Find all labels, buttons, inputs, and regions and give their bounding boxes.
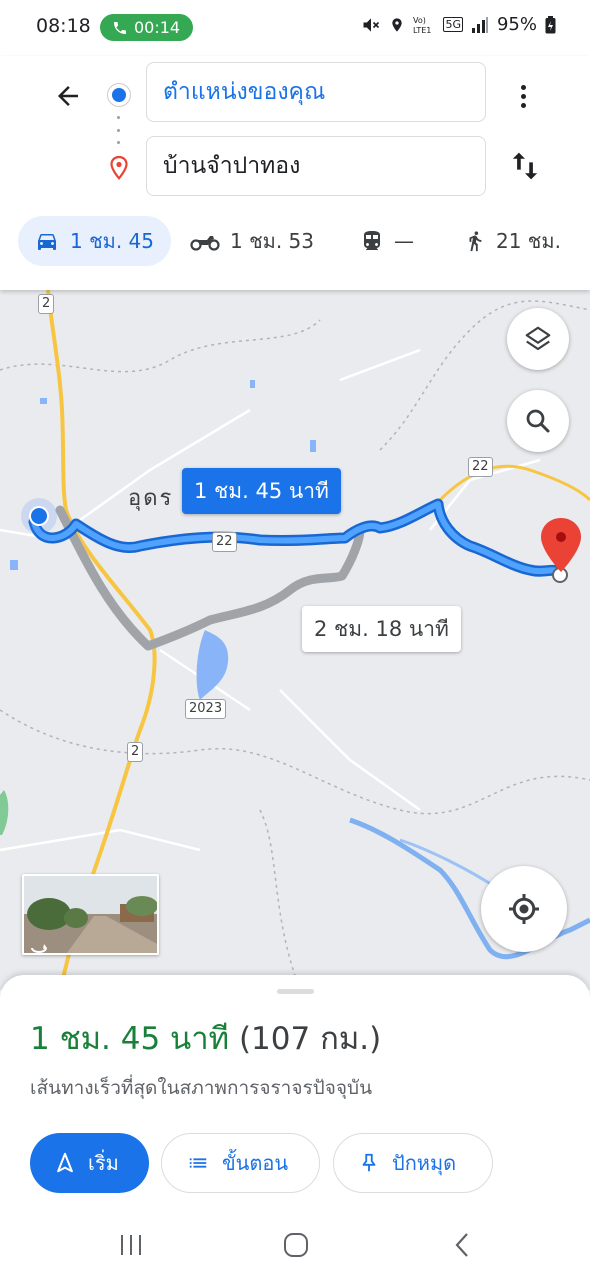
street-view-image (24, 876, 157, 953)
pin-label: ปักหมุด (392, 1151, 457, 1175)
status-icons: Vo) LTE1 5G 95% (361, 14, 556, 35)
street-view-thumbnail[interactable] (22, 874, 159, 955)
destination-field[interactable]: บ้านจำปาทอง (146, 136, 486, 196)
tab-motorcycle[interactable]: 1 ชม. 53 (190, 216, 314, 266)
transit-time: — (394, 229, 414, 253)
primary-route-time-label[interactable]: 1 ชม. 45 นาที (182, 468, 341, 514)
origin-dot-icon (108, 84, 130, 106)
ongoing-call-pill[interactable]: 00:14 (100, 14, 193, 41)
signal-icon (471, 16, 488, 33)
network-type: 5G (443, 17, 463, 32)
search-icon (526, 409, 550, 433)
directions-header: ตำแหน่งของคุณ บ้านจำปาทอง 1 ชม. 45 1 ชม.… (0, 56, 590, 290)
destination-pin-icon (107, 155, 131, 185)
steps-label: ขั้นตอน (222, 1151, 289, 1175)
road-shield: 2 (127, 742, 144, 762)
volte-icon: Vo)LTE1 (413, 16, 431, 35)
system-back-button[interactable] (442, 1230, 482, 1260)
call-duration: 00:14 (134, 18, 181, 37)
home-button[interactable] (276, 1230, 316, 1260)
motorcycle-icon (190, 236, 220, 251)
back-button[interactable] (48, 76, 88, 116)
car-icon (38, 234, 56, 250)
layers-icon (525, 326, 551, 351)
status-bar: 08:18 00:14 Vo) LTE1 5G 95% (0, 0, 590, 56)
list-icon (189, 1158, 207, 1168)
sheet-drag-handle[interactable] (277, 989, 314, 994)
svg-text:LTE1: LTE1 (413, 26, 431, 35)
map-search-button[interactable] (507, 390, 569, 452)
chevron-left-icon (455, 1233, 468, 1257)
pin-icon (362, 1153, 376, 1172)
driving-time: 1 ชม. 45 (70, 229, 155, 253)
road-shield: 2 (38, 294, 55, 314)
route-summary: 1 ชม. 45 นาที (107 กม.) (30, 1013, 381, 1063)
location-icon (392, 17, 403, 32)
route-distance: (107 กม.) (238, 1021, 382, 1057)
route-description: เส้นทางเร็วที่สุดในสภาพการจราจรปัจจุบัน (30, 1077, 373, 1099)
walk-icon (469, 231, 482, 252)
road-shield: 22 (468, 457, 493, 477)
arrow-back-icon (58, 86, 78, 106)
route-duration: 1 ชม. 45 นาที (30, 1021, 230, 1057)
battery-icon (545, 15, 556, 33)
my-location-button[interactable] (481, 866, 567, 952)
navigation-arrow-icon (57, 1152, 73, 1173)
system-nav-bar (0, 1210, 590, 1280)
home-icon (284, 1233, 308, 1257)
tab-transit[interactable]: — (360, 216, 414, 266)
layers-button[interactable] (507, 308, 569, 370)
recent-apps-icon (121, 1235, 141, 1255)
travel-mode-tabs: 1 ชม. 45 1 ชม. 53 — 21 ชม. (0, 214, 590, 270)
status-time: 08:18 (36, 15, 91, 37)
town-label: อุดร (128, 486, 174, 511)
phone-icon (114, 21, 126, 34)
svg-text:Vo): Vo) (413, 16, 426, 25)
my-location-icon (509, 894, 539, 924)
start-navigation-button[interactable]: เริ่ม (30, 1133, 149, 1193)
road-shield: 22 (212, 532, 237, 552)
pin-button[interactable]: ปักหมุด (333, 1133, 493, 1193)
train-icon (364, 231, 380, 250)
route-connector (117, 116, 121, 144)
battery-percentage: 95% (496, 14, 537, 35)
origin-field[interactable]: ตำแหน่งของคุณ (146, 62, 486, 122)
tab-driving[interactable]: 1 ชม. 45 (18, 216, 171, 266)
start-label: เริ่ม (88, 1151, 119, 1175)
swap-vertical-icon (512, 152, 538, 180)
more-options-button[interactable] (508, 76, 538, 116)
map-view[interactable]: อุดร 2 22 22 2023 2 1 ชม. 45 นาที 2 ชม. … (0, 290, 590, 990)
walking-time: 21 ชม. (496, 229, 561, 253)
mute-icon (363, 17, 380, 32)
swap-locations-button[interactable] (505, 146, 545, 186)
alternate-route-time-label[interactable]: 2 ชม. 18 นาที (302, 606, 461, 652)
road-shield: 2023 (185, 699, 227, 719)
tab-walking[interactable]: 21 ชม. (464, 216, 561, 266)
motorcycle-time: 1 ชม. 53 (230, 229, 315, 253)
steps-button[interactable]: ขั้นตอน (161, 1133, 320, 1193)
recent-apps-button[interactable] (111, 1230, 151, 1260)
